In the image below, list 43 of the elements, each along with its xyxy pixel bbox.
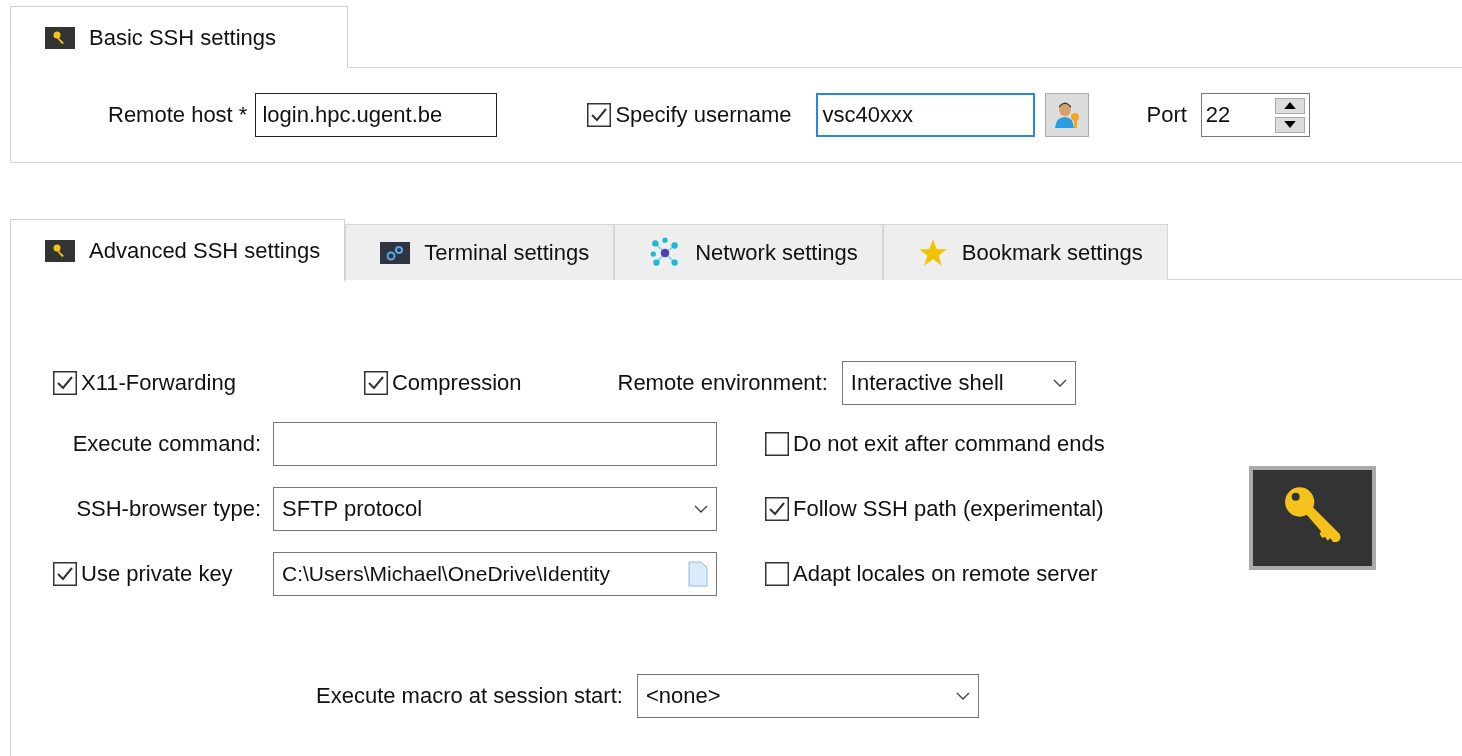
key-icon [45,26,75,49]
remote-host-field[interactable]: login.hpc.ugent.be [255,93,498,137]
checkbox-label: Compression [391,370,522,396]
chevron-down-icon [694,505,708,513]
user-key-button[interactable] [1044,93,1089,137]
checkbox-label: Follow SSH path (experimental) [793,496,1104,522]
port-spinner[interactable]: 22 [1200,93,1310,137]
ssh-browser-type-label: SSH-browser type: [75,496,261,522]
macro-dropdown[interactable]: <none> [636,674,979,718]
execute-command-field[interactable] [273,422,717,466]
remote-environment-dropdown[interactable]: Interactive shell [841,361,1076,405]
checkbox[interactable] [587,103,612,127]
checkbox-label: Specify username [615,102,792,128]
chevron-down-icon [1052,379,1067,387]
username-field[interactable]: vsc40xxx [815,93,1035,137]
checkbox-label: Use private key [81,561,233,587]
private-key-field[interactable]: C:\Users\Michael\OneDrive\Identity [273,552,717,596]
key-icon [45,239,75,262]
checkbox[interactable] [53,562,77,586]
checkbox[interactable] [765,497,789,521]
checkbox[interactable] [765,432,789,456]
settings-tab[interactable]: Bookmark settings [882,224,1168,280]
spin-down-icon[interactable] [1274,116,1305,133]
checkbox-label: Adapt locales on remote server [793,561,1098,587]
checkbox[interactable] [765,562,789,586]
checkbox[interactable] [53,371,77,395]
execute-command-label: Execute command: [71,431,261,457]
spin-up-icon[interactable] [1274,97,1305,114]
remote-environment-label: Remote environment: [617,370,828,396]
chevron-down-icon [955,692,970,700]
settings-tab[interactable]: Network settings [614,224,883,280]
key-button[interactable] [1249,466,1376,570]
macro-label: Execute macro at session start: [316,683,623,709]
gears-icon [380,241,411,264]
checkbox[interactable] [363,371,388,395]
settings-tab[interactable]: Terminal settings [345,224,615,280]
checkbox-label: X11-Forwarding [81,370,236,396]
basic-settings-tab[interactable]: Basic SSH settings [10,6,348,68]
remote-host-label: Remote host * [108,102,248,128]
ssh-browser-type-dropdown[interactable]: SFTP protocol [273,487,717,531]
settings-tab[interactable]: Advanced SSH settings [10,219,346,281]
checkbox-label: Do not exit after command ends [793,431,1105,457]
port-label: Port [1146,102,1187,128]
